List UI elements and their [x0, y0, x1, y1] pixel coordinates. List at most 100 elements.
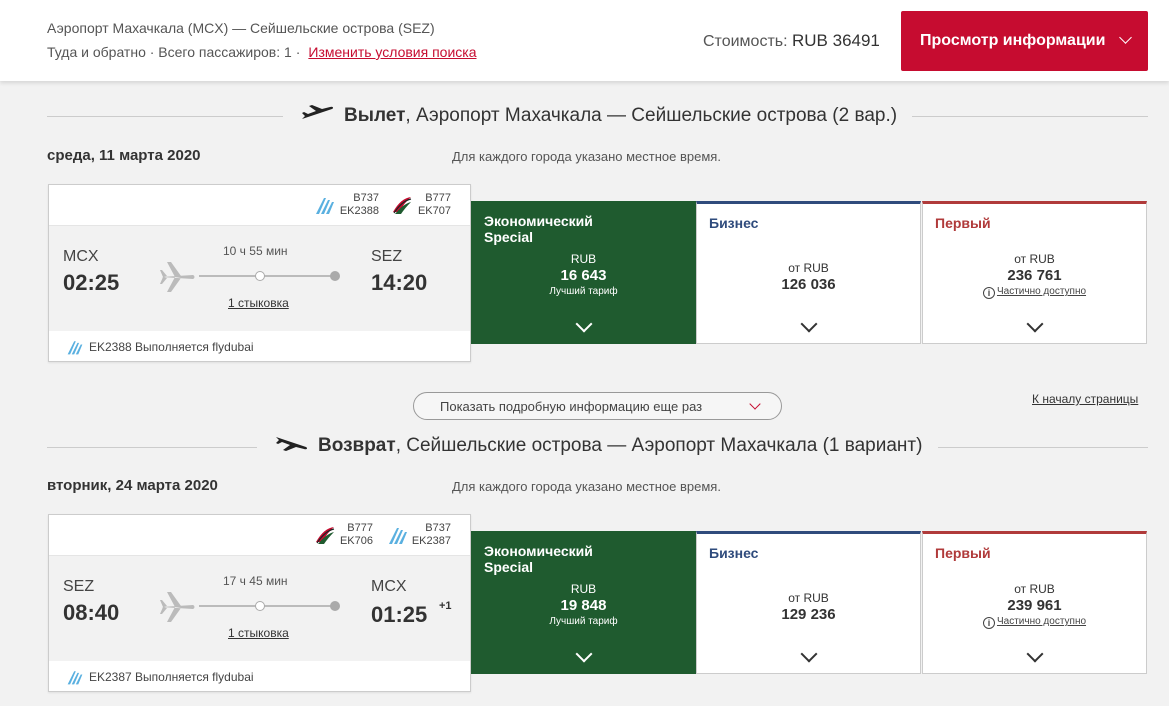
local-time-note: Для каждого города указано местное время…	[452, 479, 721, 494]
emirates-logo-icon	[393, 197, 412, 214]
chevron-down-icon	[1026, 645, 1044, 663]
best-fare-note: Лучший тариф	[549, 286, 618, 297]
fare-price: 19 848	[560, 597, 607, 614]
plane-landing-icon	[274, 435, 308, 457]
operated-by: EK2388 Выполняется flydubai	[49, 331, 470, 362]
plane-icon	[160, 262, 195, 292]
stops-link[interactable]: 1 стыковка	[228, 626, 289, 640]
destination-code: SEZ	[371, 248, 403, 265]
fare-name-line1: Экономический	[484, 213, 593, 229]
fare-name-line1: Экономический	[484, 543, 593, 559]
return-label: Возврат	[318, 435, 396, 456]
operated-by-text: EK2388 Выполняется flydubai	[89, 339, 254, 354]
flight-duration: 17 ч 45 мин	[223, 574, 288, 588]
fare-economy-special[interactable]: Экономический Special RUB 19 848 Лучший т…	[471, 531, 696, 674]
fare-first[interactable]: Первый от RUB 236 761 i Частично доступно	[922, 201, 1147, 344]
operators-row: B737 EK2388 B777 EK707	[49, 185, 470, 226]
plane-takeoff-icon	[300, 105, 334, 127]
fare-price: 129 236	[781, 606, 836, 623]
operator-1: B737 EK2388	[339, 192, 379, 218]
fare-name: Первый	[935, 545, 991, 561]
fare-currency: от RUB	[1014, 252, 1055, 266]
fare-name: Бизнес	[709, 545, 759, 561]
destination-code: MCX	[371, 578, 407, 595]
aircraft-type: B777	[347, 522, 373, 534]
route-track	[199, 275, 334, 277]
fare-business[interactable]: Бизнес от RUB 126 036	[696, 201, 921, 344]
flight-card-outbound[interactable]: B737 EK2388 B777 EK707 MCX 02:25 10 ч 55 м…	[48, 184, 471, 362]
back-to-top-link[interactable]: К началу страницы	[1032, 392, 1138, 406]
fare-name-line2: Special	[484, 229, 534, 245]
departure-time: 02:25	[63, 270, 120, 295]
fare-name: Бизнес	[709, 215, 759, 231]
return-route: , Сейшельские острова — Аэропорт Махачка…	[395, 435, 923, 456]
outbound-label: Вылет	[344, 105, 406, 126]
chevron-down-icon	[1026, 315, 1044, 333]
view-details-label: Просмотр информации	[920, 32, 1106, 49]
chevron-down-icon	[749, 398, 761, 410]
partial-availability-text: Частично доступно	[996, 286, 1087, 297]
flydubai-logo-icon	[67, 341, 83, 355]
chevron-down-icon	[800, 315, 818, 333]
fare-price: 126 036	[781, 276, 836, 293]
stop-dot	[255, 271, 265, 281]
cost-value: RUB 36491	[792, 31, 880, 50]
partial-availability-text: Частично доступно	[996, 616, 1087, 627]
fare-currency: RUB	[570, 582, 597, 596]
operator-2: B737 EK2387	[411, 522, 451, 548]
aircraft-type: B737	[425, 522, 451, 534]
fare-name: Экономический Special	[484, 543, 593, 575]
change-search-link[interactable]: Изменить условия поиска	[308, 44, 476, 60]
fare-business[interactable]: Бизнес от RUB 129 236	[696, 531, 921, 674]
departure-time: 08:40	[63, 600, 120, 625]
partial-availability-link[interactable]: i Частично доступно	[923, 286, 1146, 299]
chevron-down-icon	[575, 645, 593, 663]
flight-number: EK706	[339, 535, 373, 547]
chevron-down-icon	[800, 645, 818, 663]
flight-number: EK707	[417, 205, 451, 217]
stop-dot	[255, 601, 265, 611]
total-cost: Стоимость: RUB 36491	[703, 31, 880, 51]
fare-price: 236 761	[1007, 267, 1062, 284]
route-title: Аэропорт Махачкала (MCX) — Сейшельские о…	[47, 20, 435, 36]
flydubai-logo-icon	[389, 528, 407, 544]
outbound-heading: Вылет, Аэропорт Махачкала — Сейшельские …	[300, 105, 897, 127]
trip-info-text: Туда и обратно · Всего пассажиров: 1 ·	[47, 44, 301, 60]
fare-economy-special[interactable]: Экономический Special RUB 16 643 Лучший т…	[471, 201, 696, 344]
operator-2: B777 EK707	[411, 192, 451, 218]
fare-currency: RUB	[570, 252, 597, 266]
plane-icon	[160, 592, 195, 622]
arrival-dot	[330, 601, 340, 611]
info-icon: i	[982, 617, 995, 629]
best-fare-note: Лучший тариф	[549, 616, 618, 627]
show-details-label: Показать подробную информацию еще раз	[440, 398, 703, 414]
local-time-note: Для каждого города указано местное время…	[452, 149, 721, 164]
fare-price: 239 961	[1007, 597, 1062, 614]
arrival-time: 14:20	[371, 270, 428, 295]
partial-availability-link[interactable]: i Частично доступно	[923, 616, 1146, 629]
origin-code: SEZ	[63, 578, 95, 595]
summary-header: Аэропорт Махачкала (MCX) — Сейшельские о…	[0, 0, 1169, 81]
divider	[47, 447, 257, 448]
stops-link[interactable]: 1 стыковка	[228, 296, 289, 310]
flight-route: SEZ 08:40 17 ч 45 мин 1 стыковка MCX 01:…	[49, 556, 470, 661]
cost-label: Стоимость:	[703, 33, 788, 50]
show-details-again-button[interactable]: Показать подробную информацию еще раз	[413, 392, 782, 420]
outbound-date: среда, 11 марта 2020	[47, 147, 201, 164]
origin-code: MCX	[63, 248, 99, 265]
fare-name: Первый	[935, 215, 991, 231]
arrival-dot	[330, 271, 340, 281]
flight-route: MCX 02:25 10 ч 55 мин 1 стыковка SEZ 14:…	[49, 226, 470, 331]
fare-currency: от RUB	[1014, 582, 1055, 596]
operated-by: EK2387 Выполняется flydubai	[49, 661, 470, 692]
view-details-button[interactable]: Просмотр информации	[901, 11, 1148, 71]
fare-currency: от RUB	[788, 591, 829, 605]
flight-number: EK2388	[339, 205, 379, 217]
return-date: вторник, 24 марта 2020	[47, 477, 218, 494]
info-icon: i	[982, 287, 995, 299]
flydubai-logo-icon	[67, 671, 83, 685]
flight-card-return[interactable]: B777 EK706 B737 EK2387 SEZ 08:40 17 ч 45 м…	[48, 514, 471, 692]
fare-currency: от RUB	[788, 261, 829, 275]
flight-duration: 10 ч 55 мин	[223, 244, 288, 258]
fare-first[interactable]: Первый от RUB 239 961 i Частично доступно	[922, 531, 1147, 674]
